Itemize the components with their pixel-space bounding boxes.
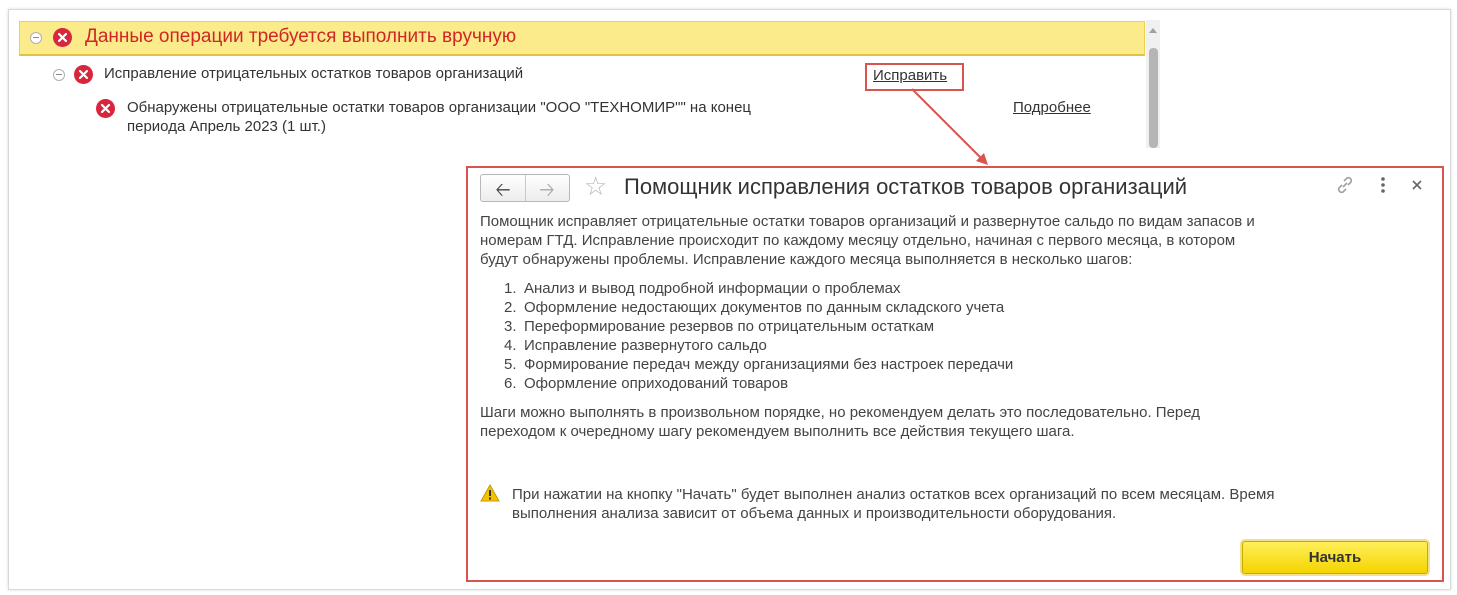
scroll-up-icon[interactable]: [1149, 28, 1157, 33]
fix-assistant-dialog: 🡠 🡢 ☆ Помощник исправления остатков това…: [466, 166, 1444, 582]
step-item: 4. Исправление развернутого сальдо: [504, 337, 767, 354]
step-item: 6. Оформление оприходований товаров: [504, 375, 789, 392]
issue-title: Исправление отрицательных остатков товар…: [104, 65, 524, 82]
error-icon: [96, 99, 115, 118]
intro-line: Помощник исправляет отрицательные остатк…: [480, 213, 1255, 230]
back-button[interactable]: 🡠: [481, 175, 526, 201]
group-title: Данные операции требуется выполнить вруч…: [85, 26, 517, 47]
issues-list-panel: Данные операции требуется выполнить вруч…: [16, 18, 1162, 148]
error-icon: [74, 65, 93, 84]
step-item: 3. Переформирование резервов по отрицател…: [504, 318, 935, 335]
steps-note-line: переходом к очередному шагу рекомендуем …: [480, 423, 1075, 440]
scrollbar-thumb[interactable]: [1149, 48, 1158, 148]
issue-detail-line2: периода Апрель 2023 (1 шт.): [127, 118, 326, 135]
dialog-content: Помощник исправляет отрицательные остатк…: [480, 212, 1380, 441]
warning-text: При нажатии на кнопку "Начать" будет вып…: [512, 485, 1392, 523]
arrow-left-icon: 🡠: [495, 180, 511, 201]
step-item: 1. Анализ и вывод подробной информации о …: [504, 280, 901, 297]
scrollbar[interactable]: [1146, 20, 1160, 148]
group-row-manual-operations[interactable]: Данные операции требуется выполнить вруч…: [19, 21, 1145, 56]
forward-button[interactable]: 🡢: [525, 175, 569, 201]
dialog-title: Помощник исправления остатков товаров ор…: [624, 174, 1188, 199]
link-icon[interactable]: [1334, 174, 1356, 196]
step-item: 5. Формирование передач между организация…: [504, 356, 1014, 373]
fix-link-highlight: Исправить: [865, 63, 964, 91]
navigation-buttons: 🡠 🡢: [480, 174, 570, 202]
collapse-toggle-icon[interactable]: [30, 32, 42, 44]
warning-line: выполнения анализа зависит от объема дан…: [512, 505, 1117, 522]
more-details-link[interactable]: Подробнее: [1013, 99, 1091, 116]
fix-link[interactable]: Исправить: [873, 67, 947, 84]
intro-line: номерам ГТД. Исправление происходит по к…: [480, 232, 1236, 249]
collapse-toggle-icon[interactable]: [53, 69, 65, 81]
warning-line: При нажатии на кнопку "Начать" будет вып…: [512, 486, 1275, 503]
error-icon: [53, 28, 72, 47]
issue-detail-line1: Обнаружены отрицательные остатки товаров…: [127, 99, 752, 116]
warning-icon: [480, 483, 500, 502]
steps-list: 1. Анализ и вывод подробной информации о …: [480, 279, 1380, 393]
close-icon[interactable]: [1406, 174, 1428, 196]
star-icon[interactable]: ☆: [584, 172, 607, 200]
step-item: 2. Оформление недостающих документов по д…: [504, 299, 1005, 316]
more-vertical-icon[interactable]: [1372, 174, 1394, 196]
steps-note-line: Шаги можно выполнять в произвольном поря…: [480, 404, 1201, 421]
intro-line: будут обнаружены проблемы. Исправление к…: [480, 251, 1133, 268]
start-button[interactable]: Начать: [1242, 541, 1428, 574]
arrow-right-icon: 🡢: [539, 180, 555, 201]
